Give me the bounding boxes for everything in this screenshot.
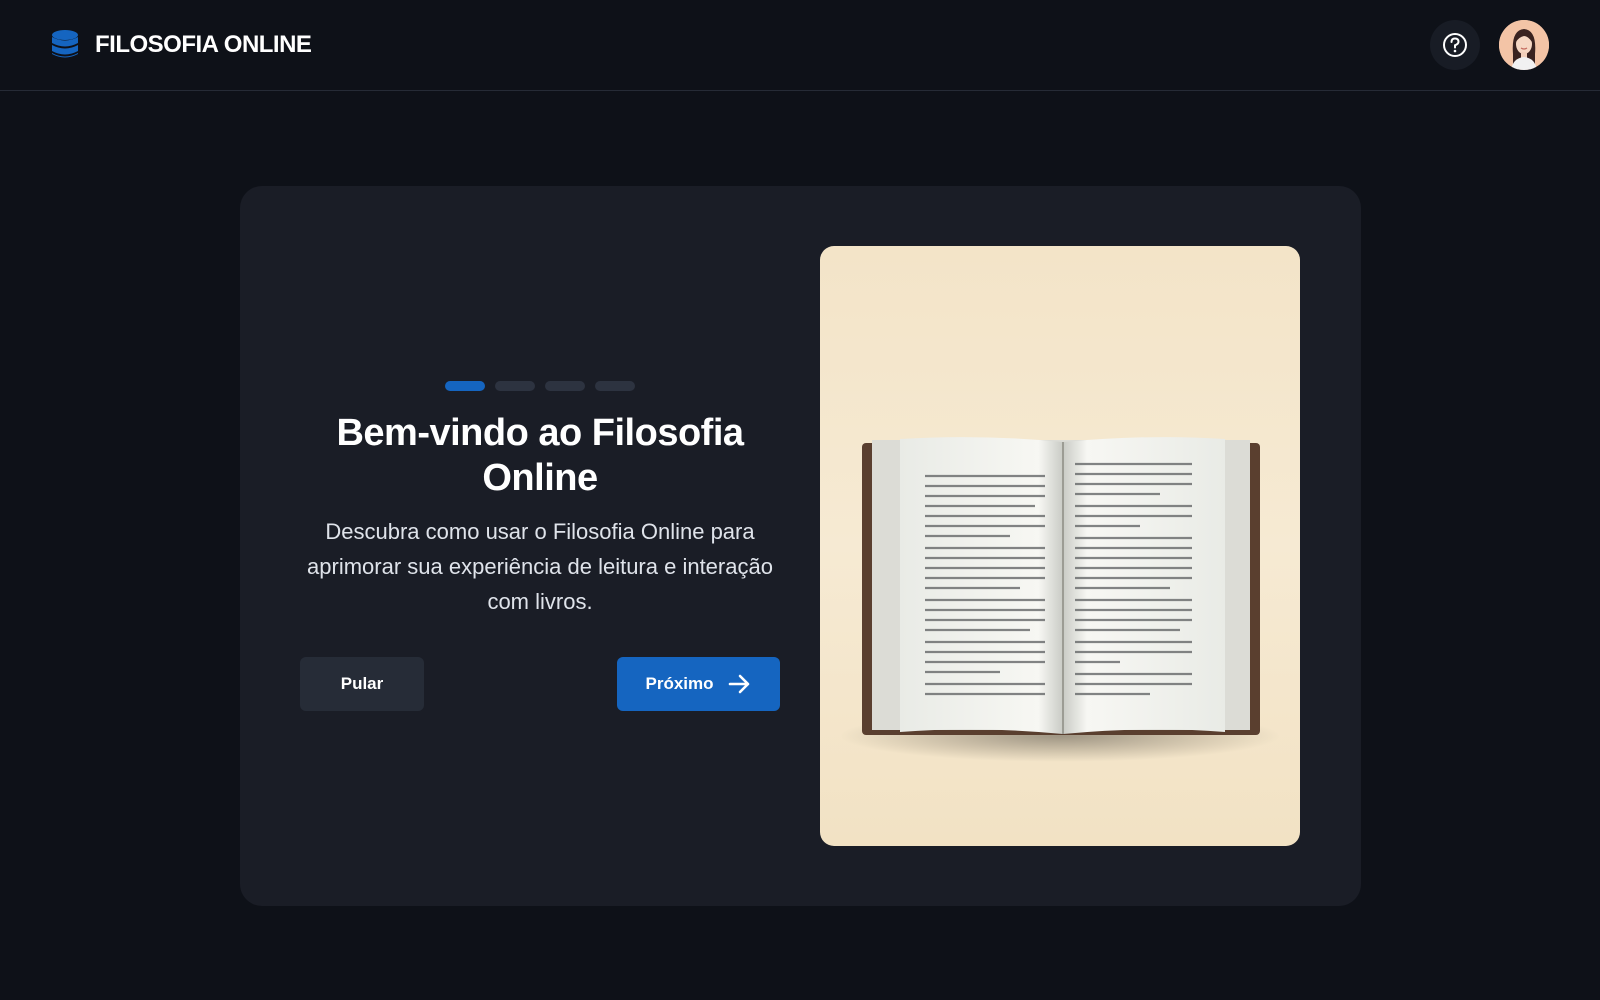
database-stack-icon [52, 30, 78, 58]
brand-name: FILOSOFIA ONLINE [95, 31, 312, 58]
brand[interactable]: FILOSOFIA ONLINE [52, 30, 312, 60]
step-dot-3[interactable] [545, 381, 585, 391]
onboarding-card: Bem-vindo ao Filosofia Online Descubra c… [240, 186, 1361, 906]
next-button[interactable]: Próximo [617, 657, 780, 711]
help-button[interactable] [1430, 20, 1480, 70]
avatar-portrait [1499, 20, 1549, 70]
open-book-illustration [820, 246, 1300, 846]
step-indicator [445, 381, 645, 391]
arrow-right-icon [728, 673, 752, 695]
skip-button[interactable]: Pular [300, 657, 424, 711]
onboarding-content: Bem-vindo ao Filosofia Online Descubra c… [300, 186, 780, 906]
step-dot-1[interactable] [445, 381, 485, 391]
next-button-label: Próximo [645, 674, 714, 693]
step-dot-2[interactable] [495, 381, 535, 391]
top-bar: FILOSOFIA ONLINE [0, 0, 1600, 91]
onboarding-title: Bem-vindo ao Filosofia Online [336, 412, 744, 499]
onboarding-description: Descubra como usar o Filosofia Online pa… [307, 519, 773, 614]
help-circle-icon [1443, 33, 1467, 57]
step-dot-4[interactable] [595, 381, 635, 391]
user-avatar[interactable] [1499, 20, 1549, 70]
